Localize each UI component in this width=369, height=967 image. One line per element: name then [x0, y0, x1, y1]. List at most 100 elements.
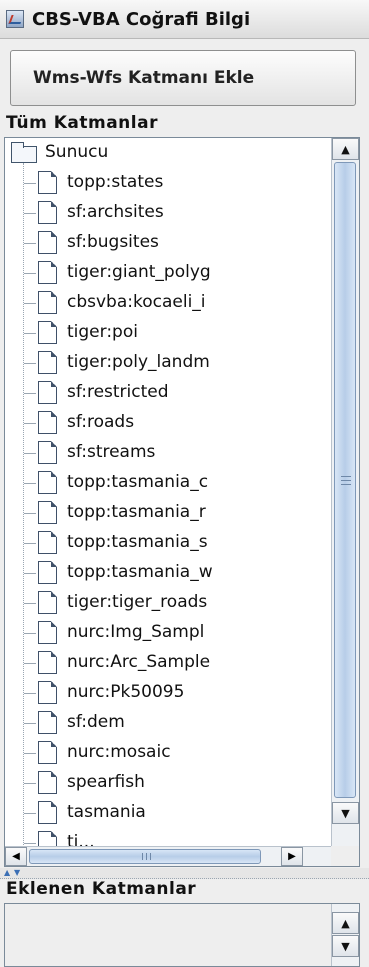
tree-root-label: Sunucu	[45, 142, 109, 162]
file-icon	[38, 711, 57, 734]
tree-connector-line	[24, 633, 36, 634]
file-icon	[38, 591, 57, 614]
grip-line	[341, 476, 351, 477]
tree-layer-label: nurc:Img_Sampl	[67, 622, 205, 642]
tree-layer-item[interactable]: nurc:Img_Sampl	[5, 618, 331, 648]
tree-layer-label: topp:tasmania_w	[67, 562, 213, 582]
tree-layer-label: ti...	[67, 832, 95, 847]
tree-layer-item[interactable]: sf:restricted	[5, 378, 331, 408]
horizontal-scroll-thumb[interactable]	[29, 849, 261, 864]
tree-connector-line	[24, 603, 36, 604]
tree-layer-item[interactable]: topp:tasmania_c	[5, 468, 331, 498]
tree-layer-label: cbsvba:kocaeli_i	[67, 292, 206, 312]
tree-layer-label: tiger:tiger_roads	[67, 592, 208, 612]
tree-layer-item[interactable]: tiger:poi	[5, 318, 331, 348]
tree-layer-item[interactable]: tasmania	[5, 798, 331, 828]
title-bar[interactable]: CBS-VBA Coğrafi Bilgi	[0, 0, 369, 39]
tree-horizontal-scrollbar[interactable]: ◀ ▶	[5, 846, 331, 866]
tree-layer-item[interactable]: tiger:giant_polyg	[5, 258, 331, 288]
tree-layer-item[interactable]: sf:archsites	[5, 198, 331, 228]
add-wms-wfs-layer-button[interactable]: Wms-Wfs Katmanı Ekle	[10, 50, 356, 106]
scroll-up-button[interactable]: ▲	[332, 912, 359, 934]
file-icon	[38, 681, 57, 704]
scroll-down-button[interactable]: ▼	[332, 802, 359, 824]
tree-connector-line	[24, 723, 36, 724]
file-icon	[38, 771, 57, 794]
file-icon	[38, 231, 57, 254]
file-icon	[38, 651, 57, 674]
tree-layer-label: spearfish	[67, 772, 145, 792]
file-icon	[38, 351, 57, 374]
tree-connector-line	[24, 813, 36, 814]
tree-connector-line	[24, 663, 36, 664]
tree-layer-item[interactable]: cbsvba:kocaeli_i	[5, 288, 331, 318]
tree-layer-label: tiger:poly_landm	[67, 352, 210, 372]
all-layers-label: Tüm Katmanlar	[6, 113, 158, 133]
tree-connector-line	[24, 243, 36, 244]
grip-line	[341, 480, 351, 481]
grip-line	[142, 853, 143, 860]
file-icon	[38, 261, 57, 284]
added-layers-label: Eklenen Katmanlar	[6, 879, 197, 899]
tree-layer-item[interactable]: tiger:tiger_roads	[5, 588, 331, 618]
tree-layer-item[interactable]: nurc:mosaic	[5, 738, 331, 768]
app-map-icon	[6, 10, 24, 28]
tree-layer-item[interactable]: topp:states	[5, 168, 331, 198]
tree-layer-label: nurc:mosaic	[67, 742, 171, 762]
file-icon	[38, 411, 57, 434]
file-icon	[38, 501, 57, 524]
added-layers-vertical-scrollbar[interactable]: ▲ ▼	[331, 904, 359, 966]
tree-layer-label: topp:tasmania_s	[67, 532, 208, 552]
tree-layer-label: tiger:giant_polyg	[67, 262, 211, 282]
collapse-up-icon[interactable]: ▲	[4, 869, 10, 877]
tree-layer-item[interactable]: topp:tasmania_w	[5, 558, 331, 588]
tree-layer-label: sf:archsites	[67, 202, 164, 222]
tree-layer-label: sf:streams	[67, 442, 156, 462]
tree-layer-item[interactable]: sf:dem	[5, 708, 331, 738]
file-icon	[38, 201, 57, 224]
file-icon	[38, 801, 57, 824]
tree-connector-line	[24, 483, 36, 484]
tree-layer-item[interactable]: topp:tasmania_s	[5, 528, 331, 558]
tree-layer-item[interactable]: nurc:Arc_Sample	[5, 648, 331, 678]
file-icon	[38, 531, 57, 554]
scroll-down-button[interactable]: ▼	[332, 935, 359, 957]
scroll-left-button[interactable]: ◀	[5, 847, 27, 866]
tree-connector-line	[24, 453, 36, 454]
vertical-scroll-thumb[interactable]	[334, 162, 356, 798]
tree-connector-line	[24, 753, 36, 754]
tree-connector-line	[24, 693, 36, 694]
tree-layer-item[interactable]: sf:streams	[5, 438, 331, 468]
all-layers-tree-panel: Sunucu topp:states sf:archsites sf:bugsite…	[4, 137, 360, 867]
tree-layer-label: topp:tasmania_c	[67, 472, 209, 492]
tree-layer-item[interactable]: ti...	[5, 828, 331, 847]
tree-connector-line	[24, 273, 36, 274]
tree-layer-item[interactable]: nurc:Pk50095	[5, 678, 331, 708]
tree-layer-item[interactable]: tiger:poly_landm	[5, 348, 331, 378]
tree-connector-line	[24, 333, 36, 334]
added-layers-list[interactable]: ▲ ▼	[4, 903, 360, 967]
arrow-down-icon: ▼	[341, 939, 350, 953]
tree-layer-item[interactable]: sf:bugsites	[5, 228, 331, 258]
tree-layer-item[interactable]: sf:roads	[5, 408, 331, 438]
file-icon	[38, 291, 57, 314]
arrow-down-icon: ▼	[341, 806, 350, 820]
tree-layer-label: tiger:poi	[67, 322, 138, 342]
file-icon	[38, 471, 57, 494]
folder-icon	[11, 142, 37, 163]
tree-vertical-scrollbar[interactable]: ▲ ▼	[331, 138, 359, 847]
collapse-down-icon[interactable]: ▼	[14, 869, 20, 877]
scrollbar-corner	[331, 846, 359, 866]
tree-layer-item[interactable]: topp:tasmania_r	[5, 498, 331, 528]
scroll-up-button[interactable]: ▲	[332, 138, 359, 160]
tree-layer-item[interactable]: spearfish	[5, 768, 331, 798]
grip-line	[150, 853, 151, 860]
layers-tree[interactable]: Sunucu topp:states sf:archsites sf:bugsite…	[5, 138, 331, 847]
tree-layer-label: topp:states	[67, 172, 164, 192]
tree-root-node[interactable]: Sunucu	[5, 138, 331, 168]
split-pane-divider[interactable]: ▲ ▼	[0, 868, 369, 879]
scroll-right-button[interactable]: ▶	[281, 847, 303, 866]
file-icon	[38, 831, 57, 847]
tree-connector-line	[24, 393, 36, 394]
toolbar: Wms-Wfs Katmanı Ekle	[0, 40, 369, 116]
